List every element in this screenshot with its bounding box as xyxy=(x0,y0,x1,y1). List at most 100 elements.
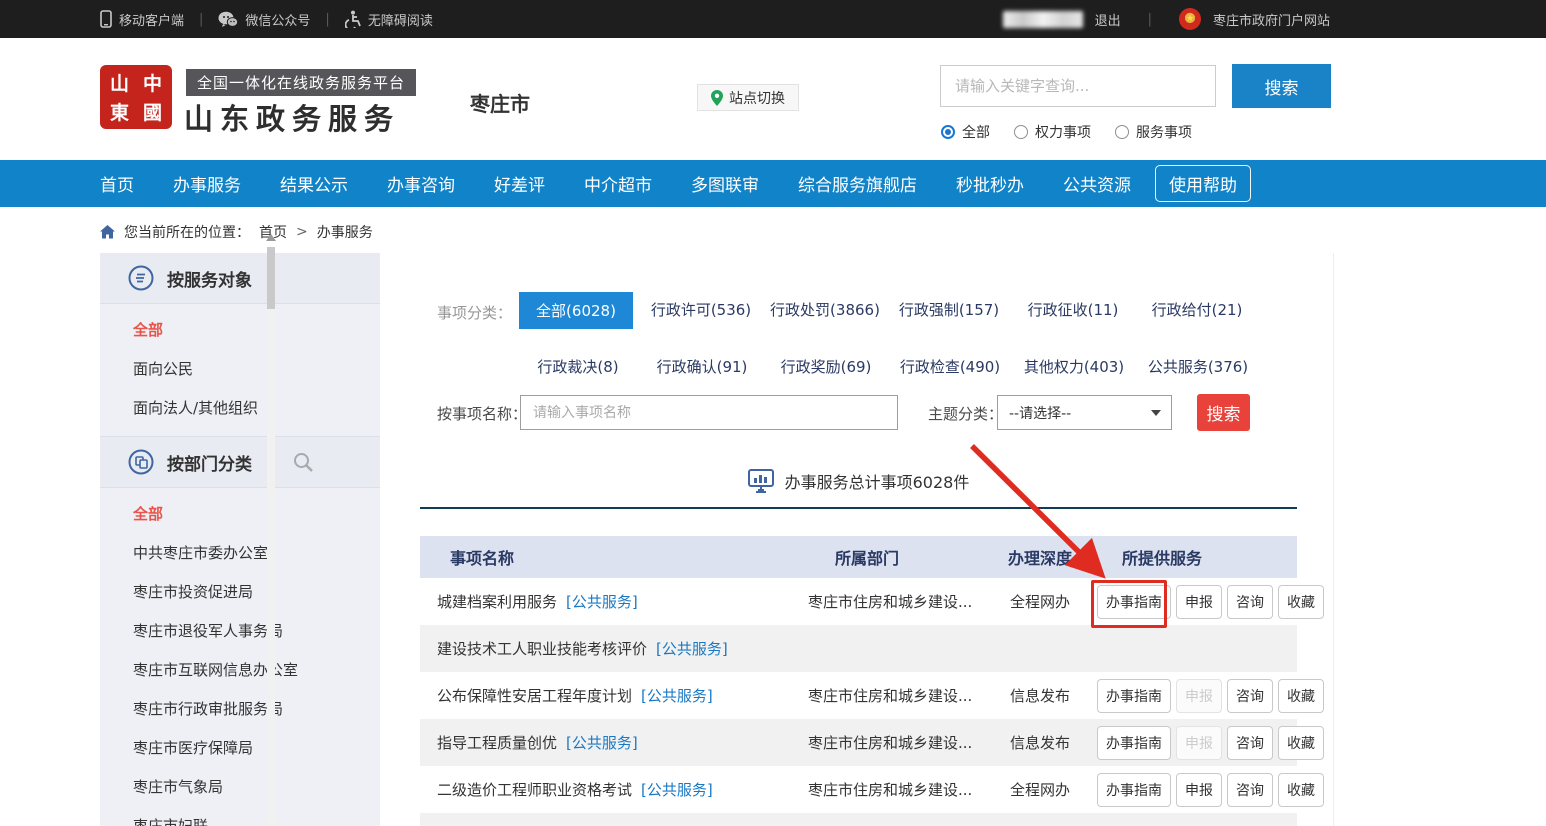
sidebar-section-title: 按部门分类 xyxy=(167,450,252,475)
sidebar-item[interactable]: 枣庄市医疗保障局 xyxy=(100,729,380,768)
radio-label: 服务事项 xyxy=(1136,122,1192,142)
apply-button[interactable]: 申报 xyxy=(1176,773,1222,807)
filter-option[interactable]: 其他权力(403) xyxy=(1012,349,1136,386)
filter-option[interactable]: 行政强制(157) xyxy=(887,292,1011,329)
sidebar-item[interactable]: 面向公民 xyxy=(100,350,380,389)
item-search-button[interactable]: 搜索 xyxy=(1197,394,1250,431)
department-search-icon[interactable] xyxy=(293,452,313,472)
header-search-input[interactable] xyxy=(941,66,1215,106)
apply-button[interactable]: 申报 xyxy=(1176,585,1222,619)
logout-link[interactable]: 退出 xyxy=(1095,10,1121,29)
favorite-button[interactable]: 收藏 xyxy=(1278,773,1324,807)
sidebar-item[interactable]: 枣庄市互联网信息办公室 xyxy=(100,651,380,690)
sidebar-item[interactable]: 枣庄市气象局 xyxy=(100,768,380,807)
scrollbar-up-arrow[interactable] xyxy=(266,234,276,241)
sidebar-item[interactable]: 全部 xyxy=(100,311,380,350)
item-name-label: 按事项名称： xyxy=(437,403,527,424)
sidebar-item[interactable]: 枣庄市行政审批服务局 xyxy=(100,690,380,729)
item-tag-link[interactable]: [公共服务] xyxy=(641,685,713,706)
divider: | xyxy=(325,12,329,27)
sidebar-item[interactable]: 全部 xyxy=(100,495,380,534)
topbar-link[interactable]: 微信公众号 xyxy=(218,10,310,29)
topbar-link[interactable]: 移动客户端 xyxy=(100,10,184,29)
consult-button[interactable]: 咨询 xyxy=(1227,585,1273,619)
scrollbar-thumb[interactable] xyxy=(267,247,275,309)
item-name[interactable]: 二级造价工程师职业资格考试 xyxy=(437,779,632,800)
filter-option-active[interactable]: 全部(6028) xyxy=(519,292,633,329)
username-blurred xyxy=(1003,11,1083,28)
nav-item-6[interactable]: 多图联审 xyxy=(691,171,759,196)
item-name[interactable]: 公布保障性安居工程年度计划 xyxy=(437,685,632,706)
nav-item-5[interactable]: 中介超市 xyxy=(584,171,652,196)
consult-button[interactable]: 咨询 xyxy=(1227,773,1273,807)
scrollbar-track[interactable] xyxy=(267,247,275,823)
site-switch-button[interactable]: 站点切换 xyxy=(697,84,799,111)
col-header-department: 所属部门 xyxy=(790,545,980,569)
radio-dot[interactable] xyxy=(1014,125,1028,139)
nav-item-2[interactable]: 结果公示 xyxy=(280,171,348,196)
sidebar-scrollbar[interactable] xyxy=(265,234,277,823)
favorite-button[interactable]: 收藏 xyxy=(1278,679,1324,713)
favorite-button[interactable]: 收藏 xyxy=(1278,726,1324,760)
table-row: 二级造价工程师职业资格考试 [公共服务] 枣庄市住房和城乡建设... 全程网办 … xyxy=(420,766,1297,813)
filter-option[interactable]: 公共服务(376) xyxy=(1136,349,1260,386)
filter-option[interactable]: 行政征收(11) xyxy=(1011,292,1135,329)
item-tag-link[interactable]: [公共服务] xyxy=(566,732,638,753)
divider xyxy=(420,507,1297,509)
guide-button[interactable]: 办事指南 xyxy=(1097,773,1171,807)
guide-button[interactable]: 办事指南 xyxy=(1097,585,1171,619)
brand-title: 山东政务服务 xyxy=(184,96,400,138)
favorite-button[interactable]: 收藏 xyxy=(1278,585,1324,619)
nav-item-0[interactable]: 首页 xyxy=(100,171,134,196)
consult-button[interactable]: 咨询 xyxy=(1227,679,1273,713)
header-search-button[interactable]: 搜索 xyxy=(1232,64,1331,108)
divider: | xyxy=(1148,12,1152,27)
nav-item-8[interactable]: 秒批秒办 xyxy=(956,171,1024,196)
item-name[interactable]: 建设技术工人职业技能考核评价 xyxy=(437,638,647,659)
service-target-list: 全部面向公民面向法人/其他组织 xyxy=(100,304,380,437)
consult-button[interactable]: 咨询 xyxy=(1227,726,1273,760)
item-name[interactable]: 城建档案利用服务 xyxy=(437,591,557,612)
sidebar-item[interactable]: 面向法人/其他组织 xyxy=(100,389,380,428)
sidebar-item[interactable]: 枣庄市妇联 xyxy=(100,807,380,826)
sidebar-item[interactable]: 中共枣庄市委办公室 xyxy=(100,534,380,573)
filter-option[interactable]: 行政奖励(69) xyxy=(764,349,888,386)
filter-option[interactable]: 行政检查(490) xyxy=(888,349,1012,386)
topic-select[interactable]: --请选择-- xyxy=(997,395,1172,430)
item-tag-link[interactable]: [公共服务] xyxy=(641,779,713,800)
nav-item-1[interactable]: 办事服务 xyxy=(173,171,241,196)
item-name-input[interactable] xyxy=(520,395,898,430)
filter-option[interactable]: 行政确认(91) xyxy=(640,349,764,386)
breadcrumb: 您当前所在的位置： 首页>办事服务 xyxy=(100,218,373,246)
sidebar: 按服务对象 全部面向公民面向法人/其他组织 按部门分类 全部中共枣庄市委办公室枣… xyxy=(100,253,380,826)
filter-option[interactable]: 行政裁决(8) xyxy=(516,349,640,386)
item-tag-link[interactable]: [公共服务] xyxy=(566,591,638,612)
portal-link[interactable]: 枣庄市政府门户网站 xyxy=(1213,10,1330,29)
topbar-right: 退出 | ★ 枣庄市政府门户网站 xyxy=(1003,8,1330,30)
radio-dot[interactable] xyxy=(941,125,955,139)
guide-button[interactable]: 办事指南 xyxy=(1097,679,1171,713)
chart-monitor-icon xyxy=(748,469,774,493)
nav-item-3[interactable]: 办事咨询 xyxy=(387,171,455,196)
sidebar-item[interactable]: 枣庄市投资促进局 xyxy=(100,573,380,612)
sidebar-item[interactable]: 枣庄市退役军人事务局 xyxy=(100,612,380,651)
nav-item-7[interactable]: 综合服务旗舰店 xyxy=(798,171,917,196)
item-tag-link[interactable]: [公共服务] xyxy=(656,638,728,659)
topbar-link[interactable]: 无障碍阅读 xyxy=(345,10,433,29)
filter-option[interactable]: 行政给付(21) xyxy=(1135,292,1259,329)
filter-row-2: 行政裁决(8)行政确认(91)行政奖励(69)行政检查(490)其他权力(403… xyxy=(516,349,1260,386)
filter-option[interactable]: 行政处罚(3866) xyxy=(763,292,887,329)
breadcrumb-link[interactable]: 办事服务 xyxy=(317,222,373,242)
radio-option[interactable]: 服务事项 xyxy=(1115,122,1192,142)
radio-dot[interactable] xyxy=(1115,125,1129,139)
radio-option[interactable]: 全部 xyxy=(941,122,990,142)
guide-button[interactable]: 办事指南 xyxy=(1097,726,1171,760)
nav-item-4[interactable]: 好差评 xyxy=(494,171,545,196)
item-name[interactable]: 指导工程质量创优 xyxy=(437,732,557,753)
filter-option[interactable]: 行政许可(536) xyxy=(639,292,763,329)
wechat-icon xyxy=(218,11,238,28)
radio-option[interactable]: 权力事项 xyxy=(1014,122,1091,142)
nav-item-9[interactable]: 公共资源 xyxy=(1063,171,1131,196)
help-button[interactable]: 使用帮助 xyxy=(1155,165,1251,202)
sidebar-section-departments: 按部门分类 xyxy=(100,437,380,488)
